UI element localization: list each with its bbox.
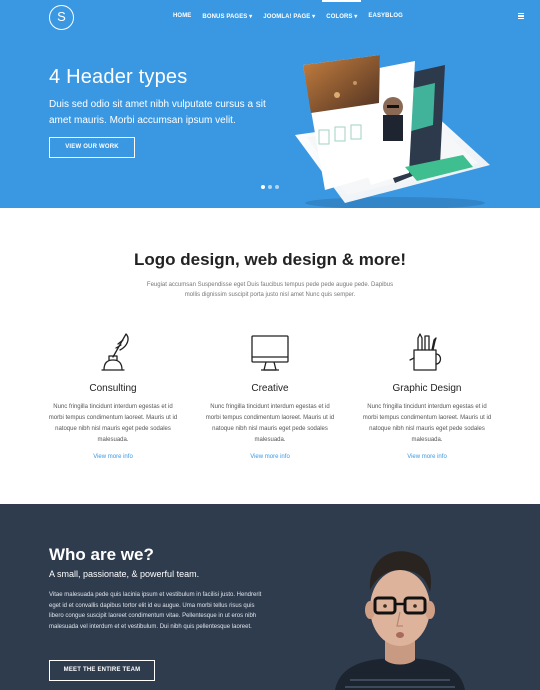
pencil-cup-icon (409, 333, 442, 371)
service-text: Nunc fringilla tincidunt interdum egesta… (48, 404, 178, 443)
service-text: Nunc fringilla tincidunt interdum egesta… (205, 404, 335, 443)
view-our-work-button[interactable]: VIEW OUR WORK (49, 137, 135, 158)
view-more-info-link[interactable]: View more info (48, 454, 178, 460)
team-subtitle: A small, passionate, & powerful team. (49, 569, 200, 579)
hero-text: Duis sed odio sit amet nibh vulputate cu… (49, 99, 266, 126)
team-member-portrait-image (335, 551, 465, 690)
slider-dots (261, 185, 279, 189)
hero-title: 4 Header types (49, 66, 188, 88)
view-more-info-link[interactable]: View more info (362, 454, 492, 460)
nav-easyblog[interactable]: EASYBLOG (368, 13, 402, 20)
service-creative: Creative Nunc fringilla tincidunt interd… (205, 330, 335, 460)
services-title: Logo design, web design & more! (133, 250, 407, 269)
service-title: Graphic Design (392, 383, 462, 394)
service-graphic-design: Graphic Design Nunc fringilla tincidunt … (362, 330, 492, 460)
nav-colors[interactable]: COLORS ▾ (322, 0, 362, 20)
team-title: Who are we? (49, 545, 154, 564)
slider-dot-3[interactable] (275, 185, 279, 189)
monitor-icon (251, 335, 289, 371)
nav-joomla-page[interactable]: JOOMLA! PAGE ▾ (263, 13, 315, 20)
site-logo[interactable]: S (49, 5, 74, 30)
meet-the-entire-team-button[interactable]: MEET THE ENTIRE TEAM (49, 660, 155, 681)
hero-section: S HOME BONUS PAGES ▾ JOOMLA! PAGE ▾ COLO… (0, 0, 540, 208)
service-title: Creative (251, 383, 289, 394)
inkwell-quill-icon (101, 333, 129, 371)
services-subtitle: Feugiat accumsan Suspendisse eget Duis f… (146, 282, 394, 298)
main-nav: HOME BONUS PAGES ▾ JOOMLA! PAGE ▾ COLORS… (173, 0, 414, 20)
devices-mockup-image (295, 55, 490, 208)
view-more-info-link[interactable]: View more info (205, 454, 335, 460)
service-title: Consulting (89, 383, 137, 394)
service-consulting: Consulting Nunc fringilla tincidunt inte… (48, 330, 178, 460)
hamburger-menu-icon[interactable] (518, 13, 524, 19)
team-section: Who are we? A small, passionate, & power… (0, 504, 540, 690)
nav-home[interactable]: HOME (173, 13, 191, 20)
slider-dot-2[interactable] (268, 185, 272, 189)
team-text: Vitae malesuada pede quis lacinia ipsum … (49, 592, 262, 630)
service-text: Nunc fringilla tincidunt interdum egesta… (362, 404, 492, 443)
nav-bonus-pages[interactable]: BONUS PAGES ▾ (202, 13, 252, 20)
slider-dot-1[interactable] (261, 185, 265, 189)
